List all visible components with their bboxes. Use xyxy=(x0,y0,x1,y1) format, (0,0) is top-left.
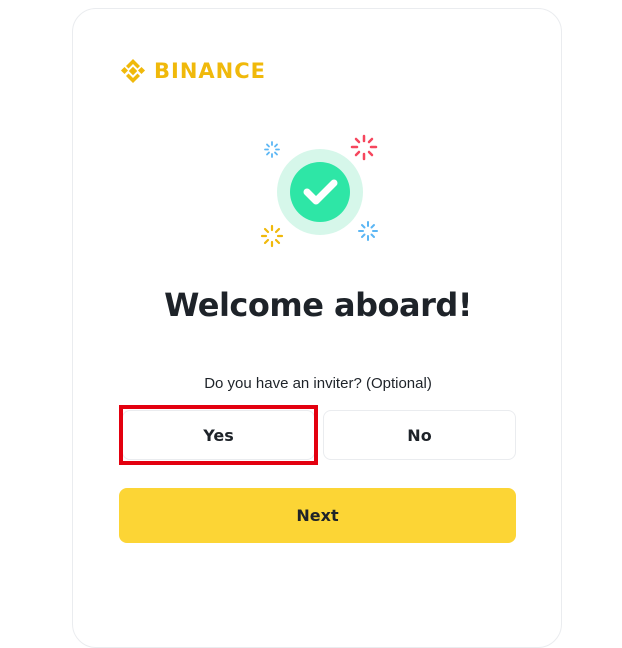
sparkle-icon xyxy=(260,224,284,248)
next-button[interactable]: Next xyxy=(119,488,516,543)
page-title: Welcome aboard! xyxy=(164,286,472,324)
inviter-question: Do you have an inviter? (Optional) xyxy=(204,375,432,392)
binance-logo: BINANCE xyxy=(119,57,266,85)
brand-name: BINANCE xyxy=(154,59,266,83)
success-illustration xyxy=(260,134,378,248)
sparkle-icon xyxy=(350,134,378,161)
sparkle-icon xyxy=(264,141,280,158)
binance-logo-icon xyxy=(120,59,146,83)
inviter-yes-button[interactable]: Yes xyxy=(122,410,315,460)
success-check-icon xyxy=(290,162,350,222)
welcome-card xyxy=(72,8,562,648)
sparkle-icon xyxy=(358,221,378,241)
inviter-no-button[interactable]: No xyxy=(323,410,516,460)
